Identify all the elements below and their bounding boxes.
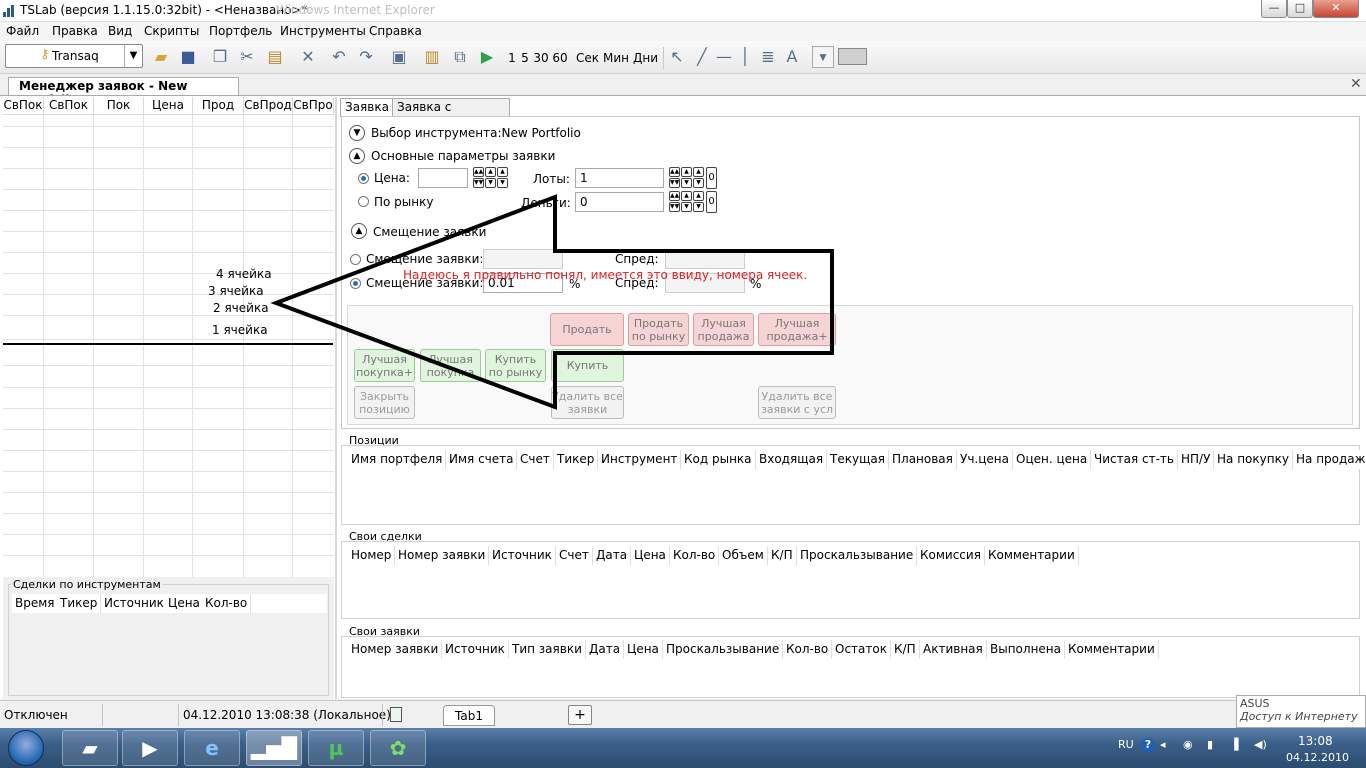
annotation-text: Надеюсь я правильно понял, имеется это в…	[403, 268, 808, 282]
tslab-taskbar-icon[interactable]: ▂▅█	[246, 730, 302, 766]
col-header[interactable]: Источник	[489, 546, 556, 565]
clock-date[interactable]: 04.12.2010	[1286, 751, 1349, 764]
col-header[interactable]: Выполнена	[987, 640, 1065, 659]
col-header[interactable]: Входящая	[756, 450, 828, 469]
col-header[interactable]: К/П	[891, 640, 920, 659]
explorer-icon[interactable]: ▰	[62, 730, 118, 766]
col-header[interactable]: Тикер	[554, 450, 599, 469]
icq-icon[interactable]: ✿	[370, 730, 426, 766]
col-header[interactable]: Кол-во	[783, 640, 833, 659]
tooltip-title: ASUS	[1240, 697, 1270, 710]
col-header[interactable]: Инструмент	[598, 450, 682, 469]
network-icon[interactable]: ▐	[1230, 738, 1238, 751]
col-header[interactable]: Кол-во	[670, 546, 720, 565]
col-header[interactable]: Источник	[442, 640, 509, 659]
col-header[interactable]: Комментарии	[1065, 640, 1159, 659]
col-header[interactable]: Активная	[920, 640, 987, 659]
col-header[interactable]: Проскальзывание	[797, 546, 918, 565]
col-header[interactable]: Дата	[586, 640, 625, 659]
language-indicator[interactable]: RU	[1118, 738, 1134, 751]
tooltip-text: Доступ к Интернету	[1240, 710, 1358, 723]
log-icon[interactable]	[390, 707, 402, 722]
media-player-icon[interactable]: ▶	[122, 730, 178, 766]
col-header[interactable]: Цена	[631, 546, 670, 565]
col-header[interactable]: Код рынка	[681, 450, 756, 469]
help-icon[interactable]: ?	[1141, 738, 1155, 752]
col-header[interactable]: Комиссия	[917, 546, 985, 565]
col-header[interactable]: Имя портфеля	[348, 450, 447, 469]
col-header[interactable]: Номер заявки	[348, 640, 443, 659]
col-header[interactable]: На покупку	[1214, 450, 1293, 469]
col-header[interactable]: Остаток	[832, 640, 891, 659]
status-bar: Отключен 04.12.2010 13:08:38 (Локальное)…	[0, 700, 1366, 728]
volume-icon[interactable]: ◀)	[1254, 738, 1267, 751]
col-header[interactable]: Номер	[348, 546, 396, 565]
col-header[interactable]: Проскальзывание	[663, 640, 784, 659]
col-header[interactable]: Имя счета	[446, 450, 518, 469]
connection-status: Отключен	[4, 708, 68, 722]
tray-app-icon[interactable]: ◉	[1183, 738, 1193, 751]
col-header[interactable]: На продажу	[1293, 450, 1366, 469]
clock-time[interactable]: 13:08	[1298, 734, 1333, 748]
col-header[interactable]: Счет	[556, 546, 593, 565]
col-header[interactable]: Объем	[719, 546, 768, 565]
tray-device-icon[interactable]: ▮	[1207, 738, 1213, 751]
col-header[interactable]: НП/У	[1178, 450, 1215, 469]
col-header[interactable]: Уч.цена	[957, 450, 1013, 469]
col-header[interactable]: Тип заявки	[509, 640, 586, 659]
internet-explorer-icon[interactable]: e	[184, 730, 240, 766]
tab-tab1[interactable]: Tab1	[443, 705, 495, 726]
windows-start-icon[interactable]	[8, 730, 44, 766]
add-tab-button[interactable]: +	[568, 705, 592, 725]
col-header[interactable]: Чистая ст-ть	[1091, 450, 1178, 469]
datetime-status: 04.12.2010 13:08:38 (Локальное)	[183, 708, 391, 722]
col-header[interactable]: Счет	[517, 450, 554, 469]
col-header[interactable]: Цена	[624, 640, 663, 659]
utorrent-icon[interactable]: µ	[308, 730, 364, 766]
col-header[interactable]: Оцен. цена	[1013, 450, 1092, 469]
network-tooltip: ASUS Доступ к Интернету	[1236, 695, 1366, 728]
col-header[interactable]: Номер заявки	[395, 546, 490, 565]
col-header[interactable]: Плановая	[889, 450, 957, 469]
col-header[interactable]: К/П	[768, 546, 797, 565]
col-header[interactable]: Текущая	[827, 450, 889, 469]
tray-arrow-icon[interactable]: ◂	[1160, 738, 1166, 751]
col-header[interactable]: Комментарии	[985, 546, 1079, 565]
col-header[interactable]: Дата	[593, 546, 632, 565]
